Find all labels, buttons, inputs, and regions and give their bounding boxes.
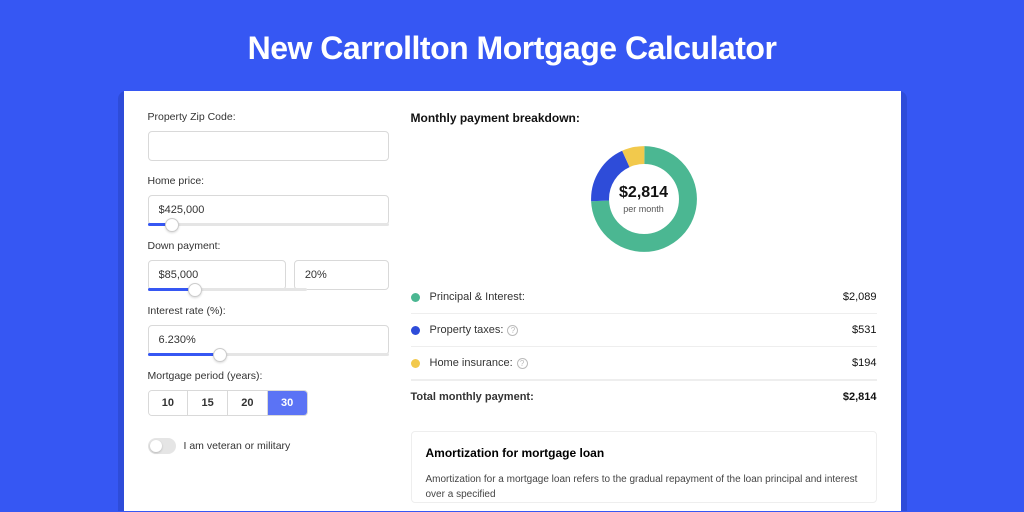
veteran-toggle[interactable] bbox=[148, 438, 176, 454]
toggle-knob bbox=[150, 440, 162, 452]
legend-dot bbox=[411, 293, 420, 302]
field-home-price: Home price: bbox=[148, 175, 389, 226]
amortization-section: Amortization for mortgage loan Amortizat… bbox=[411, 431, 877, 503]
breakdown-title: Monthly payment breakdown: bbox=[411, 111, 877, 125]
donut-center-sub: per month bbox=[623, 204, 664, 214]
veteran-label: I am veteran or military bbox=[184, 440, 291, 452]
breakdown-total-value: $2,814 bbox=[843, 391, 877, 403]
breakdown-row-taxes: Property taxes: ? $531 bbox=[411, 314, 877, 347]
home-price-label: Home price: bbox=[148, 175, 389, 187]
down-payment-label: Down payment: bbox=[148, 240, 389, 252]
amortization-title: Amortization for mortgage loan bbox=[426, 446, 862, 460]
interest-rate-slider[interactable] bbox=[148, 353, 389, 356]
breakdown-label: Property taxes: ? bbox=[430, 324, 853, 336]
calculator-panel: Property Zip Code: Home price: Down paym… bbox=[124, 91, 901, 511]
veteran-toggle-row: I am veteran or military bbox=[148, 438, 389, 454]
down-payment-percent-input[interactable] bbox=[294, 260, 389, 290]
slider-thumb[interactable] bbox=[188, 283, 202, 297]
page-title: New Carrollton Mortgage Calculator bbox=[0, 0, 1024, 91]
field-mortgage-period: Mortgage period (years): 10 15 20 30 bbox=[148, 370, 389, 416]
info-icon[interactable]: ? bbox=[507, 325, 518, 336]
mortgage-period-label: Mortgage period (years): bbox=[148, 370, 389, 382]
legend-dot bbox=[411, 326, 420, 335]
donut-center-value: $2,814 bbox=[619, 184, 668, 202]
mortgage-period-group: 10 15 20 30 bbox=[148, 390, 308, 416]
period-option-15[interactable]: 15 bbox=[188, 391, 228, 415]
info-icon[interactable]: ? bbox=[517, 358, 528, 369]
breakdown-row-principal: Principal & Interest: $2,089 bbox=[411, 281, 877, 314]
breakdown-column: Monthly payment breakdown: $2,814 per mo… bbox=[389, 111, 901, 511]
period-option-20[interactable]: 20 bbox=[228, 391, 268, 415]
down-payment-slider[interactable] bbox=[148, 288, 307, 291]
zip-input[interactable] bbox=[148, 131, 389, 161]
amortization-text: Amortization for a mortgage loan refers … bbox=[426, 472, 862, 502]
breakdown-row-total: Total monthly payment: $2,814 bbox=[411, 380, 877, 413]
panel-shadow: Property Zip Code: Home price: Down paym… bbox=[118, 91, 907, 511]
zip-label: Property Zip Code: bbox=[148, 111, 389, 123]
input-column: Property Zip Code: Home price: Down paym… bbox=[124, 111, 389, 511]
field-down-payment: Down payment: bbox=[148, 240, 389, 291]
legend-dot bbox=[411, 359, 420, 368]
donut-center: $2,814 per month bbox=[586, 141, 702, 257]
interest-rate-label: Interest rate (%): bbox=[148, 305, 389, 317]
field-interest-rate: Interest rate (%): bbox=[148, 305, 389, 356]
slider-thumb[interactable] bbox=[165, 218, 179, 232]
donut-chart: $2,814 per month bbox=[586, 141, 702, 257]
breakdown-value: $194 bbox=[852, 357, 876, 369]
period-option-30[interactable]: 30 bbox=[268, 391, 307, 415]
interest-rate-input[interactable] bbox=[148, 325, 389, 355]
breakdown-total-label: Total monthly payment: bbox=[411, 391, 843, 403]
home-price-input[interactable] bbox=[148, 195, 389, 225]
period-option-10[interactable]: 10 bbox=[149, 391, 189, 415]
breakdown-label: Principal & Interest: bbox=[430, 291, 843, 303]
breakdown-value: $531 bbox=[852, 324, 876, 336]
breakdown-label: Home insurance: ? bbox=[430, 357, 853, 369]
breakdown-row-insurance: Home insurance: ? $194 bbox=[411, 347, 877, 380]
down-payment-amount-input[interactable] bbox=[148, 260, 286, 290]
field-zip: Property Zip Code: bbox=[148, 111, 389, 161]
home-price-slider[interactable] bbox=[148, 223, 389, 226]
slider-thumb[interactable] bbox=[213, 348, 227, 362]
breakdown-value: $2,089 bbox=[843, 291, 877, 303]
